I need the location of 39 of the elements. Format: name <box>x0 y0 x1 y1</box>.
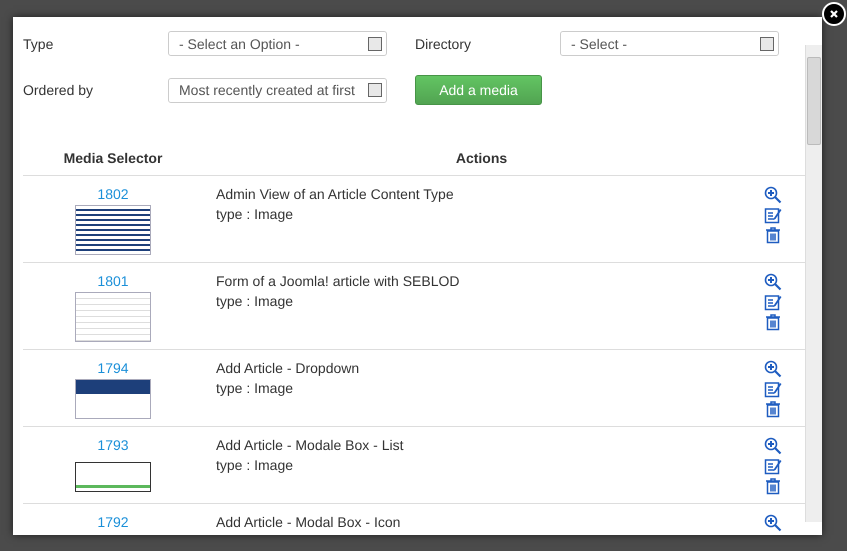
media-id-link[interactable]: 1801 <box>97 273 129 289</box>
zoom-in-icon[interactable] <box>764 437 782 455</box>
media-id-link[interactable]: 1793 <box>97 437 129 453</box>
media-id-link[interactable]: 1794 <box>97 360 129 376</box>
field-label: Type <box>23 36 54 52</box>
select-field[interactable]: - Select - <box>560 31 779 56</box>
edit-icon[interactable] <box>764 380 782 398</box>
edit-icon[interactable] <box>764 206 782 224</box>
edit-icon[interactable] <box>764 457 782 475</box>
zoom-in-icon[interactable] <box>764 514 782 532</box>
select-field[interactable]: - Select an Option - <box>168 31 387 56</box>
media-type: type : Image <box>216 206 294 222</box>
trash-icon[interactable] <box>764 477 782 495</box>
media-type: type : Image <box>216 457 294 473</box>
media-type: type : Image <box>216 293 294 309</box>
zoom-in-icon[interactable] <box>764 273 782 291</box>
column-header: Actions <box>456 150 508 166</box>
media-title: Add Article - Dropdown <box>216 360 360 376</box>
close-button[interactable] <box>822 2 846 26</box>
media-title: Add Article - Modal Box - Icon <box>216 514 402 530</box>
field-label: Ordered by <box>23 82 94 98</box>
trash-icon[interactable] <box>764 313 782 331</box>
zoom-in-icon[interactable] <box>764 360 782 378</box>
trash-icon[interactable] <box>764 226 782 244</box>
media-type: type : Image <box>216 380 294 396</box>
select-field[interactable]: Most recently created at first <box>168 78 387 102</box>
column-header: Media Selector <box>64 150 162 166</box>
media-id-link[interactable]: 1802 <box>97 186 129 202</box>
media-title: Add Article - Modale Box - List <box>216 437 405 453</box>
media-title: Form of a Joomla! article with SEBLOD <box>216 273 461 289</box>
media-title: Admin View of an Article Content Type <box>216 186 455 202</box>
edit-icon[interactable] <box>764 293 782 311</box>
close-icon <box>829 9 839 19</box>
zoom-in-icon[interactable] <box>764 186 782 204</box>
trash-icon[interactable] <box>764 400 782 418</box>
field-label: Directory <box>415 36 472 52</box>
scrollbar[interactable] <box>805 45 822 522</box>
media-id-link[interactable]: 1792 <box>97 514 129 530</box>
add-media-button[interactable]: Add a media <box>415 75 542 105</box>
